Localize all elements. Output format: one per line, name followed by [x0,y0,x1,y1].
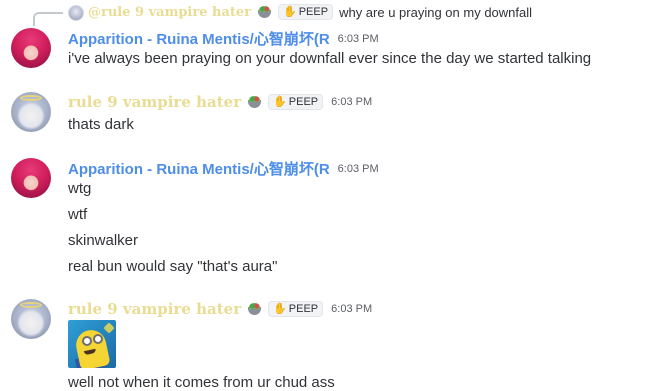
message-text: well not when it comes from ur chud ass [68,374,335,391]
minion-goggle-icon [93,334,103,344]
minion-body [73,327,111,368]
username[interactable]: rule 9 vampire hater [68,300,241,318]
timestamp: 6:03 PM [337,162,379,175]
clan-badge-icon [247,302,262,316]
timestamp: 6:03 PM [331,96,373,108]
message-header: rule 9 vampire hater ✋ PEEP 6:03 PM [68,93,372,111]
reply-username[interactable]: @rule 9 vampire hater [88,5,251,20]
tag-label: PEEP [288,303,319,315]
hands-icon: ✋ [273,302,287,315]
message-text: wtf [68,206,88,223]
user-tag[interactable]: ✋ PEEP [268,94,324,110]
reply-preview[interactable]: @rule 9 vampire hater ✋ PEEP why are u p… [88,4,532,20]
tag-label: PEEP [288,96,319,108]
avatar[interactable] [11,299,51,339]
clan-badge-icon [257,5,272,19]
clan-badge-icon [247,95,262,109]
user-tag[interactable]: ✋ PEEP [268,301,324,317]
avatar[interactable] [11,28,51,68]
message-header: rule 9 vampire hater ✋ PEEP 6:03 PM [68,300,372,318]
halo-icon [20,95,42,101]
avatar[interactable] [11,158,51,198]
username[interactable]: Apparition - Ruina Mentis/心智崩坏(R [68,158,330,179]
username[interactable]: rule 9 vampire hater [68,93,241,111]
user-tag[interactable]: ✋ PEEP [278,4,334,20]
timestamp: 6:03 PM [331,303,373,315]
timestamp: 6:03 PM [337,32,379,45]
username[interactable]: Apparition - Ruina Mentis/心智崩坏(R [68,28,330,49]
sparkle-icon [103,322,115,334]
message-text: i've always been praying on your downfal… [68,50,592,67]
hands-icon: ✋ [283,5,297,18]
chat-messages: @rule 9 vampire hater ✋ PEEP why are u p… [0,0,646,391]
avatar[interactable] [11,92,51,132]
hands-icon: ✋ [273,95,287,108]
message-text: thats dark [68,116,134,133]
message-header: Apparition - Ruina Mentis/心智崩坏(R 6:03 PM [68,158,379,179]
message-text: skinwalker [68,232,139,249]
message-header: Apparition - Ruina Mentis/心智崩坏(R 6:03 PM [68,28,379,49]
reply-spine-icon [33,12,63,26]
minion-goggle-icon [82,336,92,346]
message-text: wtg [68,180,92,197]
halo-icon [20,302,42,308]
message-text: real bun would say "that's aura" [68,258,278,275]
tag-label: PEEP [298,6,329,18]
minion-image[interactable] [68,320,116,368]
reply-text: why are u praying on my downfall [339,4,533,20]
reply-avatar[interactable] [68,5,84,21]
